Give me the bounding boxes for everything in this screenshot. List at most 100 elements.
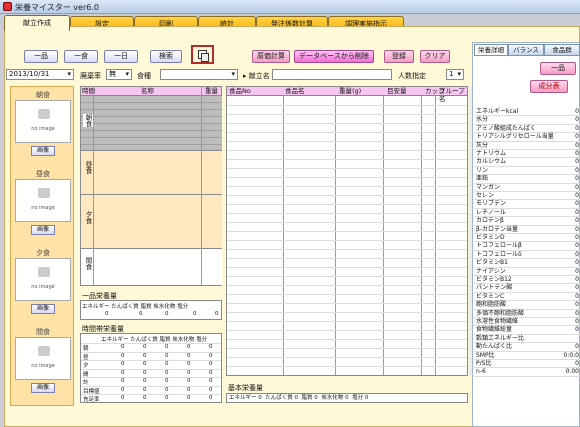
window-title: 栄養マイスター ver6.0	[15, 3, 99, 12]
nutrient-name: 動たんぱく比	[476, 343, 513, 351]
breakfast-image-button[interactable]: 画像	[31, 146, 55, 156]
basic-salt-label: 塩分	[352, 395, 364, 401]
touroku-button[interactable]: 登録	[384, 50, 414, 63]
nutrient-value: 0	[575, 343, 579, 351]
nutrient-name: 水分	[476, 116, 489, 124]
haiki-label: 廃棄率	[80, 72, 101, 80]
nutrient-row: β-カロテン当量 0	[474, 226, 580, 234]
nutrient-name: ビタミンD	[476, 234, 505, 241]
tab-eiyou-shousai[interactable]: 栄養詳細	[474, 44, 508, 56]
copy-button[interactable]	[191, 45, 214, 64]
nutrient-row: パントテン酸 0	[474, 284, 580, 293]
seibun-button[interactable]: 成分表	[530, 80, 568, 93]
nutrient-value: 0	[575, 250, 579, 258]
ichinichi-button[interactable]: 一日	[104, 50, 138, 63]
nutrient-value: 0	[575, 150, 579, 157]
menu-col-weight: 重量	[205, 87, 218, 95]
time-row-value: 0	[165, 386, 169, 393]
nutrient-name: P/S比	[476, 360, 492, 367]
time-row-value: 0	[209, 361, 213, 367]
nutrient-value: 0	[575, 360, 579, 367]
nutrient-row: カロテンβ 0	[474, 217, 580, 226]
nutrient-row: トリアシルグリセロール当量 0	[474, 133, 580, 142]
lunch-image: no image	[15, 179, 71, 222]
nutrient-row: n-6 0.00	[474, 368, 580, 377]
time-row: 充足率 0 0 0 0 0	[81, 394, 221, 403]
time-row-value: 0	[143, 369, 147, 376]
time-row: 昼00000	[81, 351, 221, 361]
nutrient-row: ビタミンB1 0	[474, 259, 580, 268]
nutrient-name: 飽和脂肪酸	[476, 301, 507, 309]
nutrient-value: 0.00	[565, 368, 579, 376]
nutrient-name: セレン	[476, 192, 495, 199]
nutrient-value: 0	[575, 175, 579, 183]
food-col-weight: 重量(g)	[339, 87, 362, 95]
clear-button[interactable]: クリア	[420, 50, 450, 63]
ippin-button[interactable]: 一品	[24, 50, 58, 63]
dinner-image-button[interactable]: 画像	[31, 304, 55, 314]
nutrient-value: 0	[575, 242, 579, 250]
ippin-h-fat: 脂質	[140, 304, 152, 310]
app-icon	[3, 2, 12, 11]
time-row-value: 0	[143, 361, 147, 367]
nutrient-name: モリブデン	[476, 200, 507, 208]
nutrient-name: n-6	[476, 368, 486, 376]
lunch-image-button[interactable]: 画像	[31, 225, 55, 235]
shokushu-select[interactable]	[160, 69, 238, 80]
ninzu-select[interactable]: 1	[446, 69, 464, 80]
haiki-select[interactable]: 無	[106, 69, 132, 80]
time-row-value: 0	[143, 344, 147, 350]
time-row: 夕00000	[81, 360, 221, 369]
tab-shokuhingun[interactable]: 食品群	[544, 44, 580, 56]
date-select[interactable]: 2013/10/31	[6, 69, 74, 80]
isshoku-button[interactable]: 一食	[64, 50, 98, 63]
nutrient-row: エネルギーkcal 0	[474, 108, 580, 117]
nutrient-value: 0	[575, 124, 579, 132]
snack-image: no image	[15, 337, 71, 380]
ninzu-label: 人数指定	[398, 72, 426, 80]
time-row-value: 0	[209, 378, 213, 384]
tab-balance[interactable]: バランス	[508, 44, 544, 56]
time-row-value: 0	[165, 344, 169, 350]
time-row-value: 0	[165, 395, 169, 401]
nutrient-value: 0	[575, 208, 579, 216]
nutrient-value: 0	[575, 158, 579, 166]
tab-kondate[interactable]: 献立作成	[4, 15, 70, 31]
kondate-input[interactable]	[272, 69, 392, 80]
basic-carb-value: 0	[345, 395, 349, 401]
nutrient-name: トコフェロールδ	[476, 250, 522, 258]
time-row: 間00000	[81, 368, 221, 378]
nutrient-value: 0	[575, 166, 579, 174]
nutrient-value: 0	[575, 309, 579, 317]
nutrient-value: 0	[575, 318, 579, 325]
dinner-section-label: 夕食	[84, 211, 92, 224]
time-row-value: 0	[187, 378, 191, 384]
food-table-header: 食品No 食品名 重量(g) 目安量 カッコ グループ名	[227, 87, 467, 103]
delete-db-button[interactable]: データベースから削除	[294, 50, 374, 63]
nutrient-value: 0	[575, 276, 579, 283]
right-ippin-button[interactable]: 一品	[540, 62, 576, 75]
time-row-value: 0	[209, 344, 213, 350]
nutrient-name: SMP比	[476, 351, 495, 359]
nutrient-value: 0	[575, 141, 579, 149]
nutrient-value: 0:0:0	[563, 351, 580, 359]
nutrient-value: 0	[575, 133, 579, 141]
nutrient-name: カロテンβ	[476, 217, 504, 225]
nutrient-row: モリブデン 0	[474, 200, 580, 209]
nutrient-name: 多価不飽和脂肪酸	[476, 309, 525, 317]
time-row-value: 0	[209, 369, 213, 376]
ippin-h-carb: 炭水化物	[153, 304, 176, 310]
genka-button[interactable]: 原価計算	[252, 50, 290, 63]
food-col-name: 食品名	[285, 87, 305, 95]
time-row-value: 0	[121, 386, 125, 393]
snack-image-button[interactable]: 画像	[31, 383, 55, 393]
nutrient-value: 0	[575, 284, 579, 292]
kensaku-button[interactable]: 検索	[150, 50, 182, 63]
nutrient-value: 0	[575, 217, 579, 225]
nutrient-row: 飽和脂肪酸 0	[474, 301, 580, 310]
meal-image-column: 朝食 no image 画像 昼食 no image 画像 夕食 no imag…	[10, 86, 74, 406]
food-table-body[interactable]	[227, 96, 467, 375]
nutrient-name: 食物繊維総量	[476, 326, 513, 334]
ippin-h-energy: エネルギー	[82, 304, 110, 310]
dinner-image: no image	[15, 258, 71, 301]
